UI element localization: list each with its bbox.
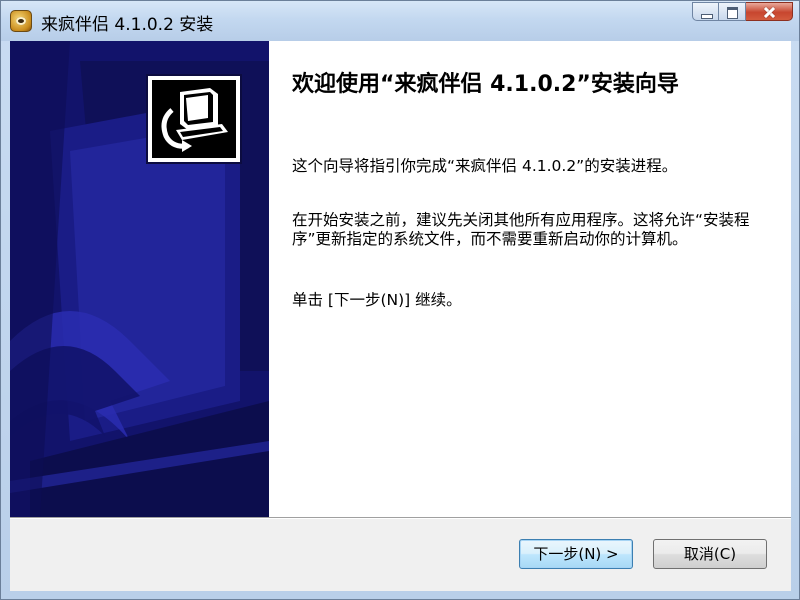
- continue-instruction: 单击 [下一步(N)] 继续。: [292, 291, 462, 309]
- maximize-button[interactable]: [719, 2, 746, 21]
- wizard-sidebar-image: [10, 41, 269, 517]
- client-area: 欢迎使用“来疯伴侣 4.1.0.2”安装向导 这个向导将指引你完成“来疯伴侣 4…: [10, 41, 791, 591]
- intro-paragraph: 这个向导将指引你完成“来疯伴侣 4.1.0.2”的安装进程。: [292, 157, 678, 175]
- cancel-button[interactable]: 取消(C): [653, 539, 767, 569]
- next-button[interactable]: 下一步(N) >: [519, 539, 633, 569]
- close-apps-paragraph: 在开始安装之前，建议先关闭其他所有应用程序。这将允许“安装程序”更新指定的系统文…: [292, 211, 750, 248]
- welcome-content: 欢迎使用“来疯伴侣 4.1.0.2”安装向导 这个向导将指引你完成“来疯伴侣 4…: [269, 41, 791, 517]
- window-title: 来疯伴侣 4.1.0.2 安装: [41, 15, 214, 35]
- installer-logo-icon: [146, 74, 242, 164]
- app-icon[interactable]: [10, 10, 32, 32]
- button-bar: 下一步(N) > 取消(C): [10, 519, 791, 591]
- caption-buttons: [692, 2, 793, 22]
- welcome-heading: 欢迎使用“来疯伴侣 4.1.0.2”安装向导: [292, 72, 679, 97]
- minimize-button[interactable]: [692, 2, 719, 21]
- title-bar[interactable]: 来疯伴侣 4.1.0.2 安装: [1, 1, 799, 41]
- close-button[interactable]: [746, 2, 793, 21]
- installer-window: 来疯伴侣 4.1.0.2 安装 欢迎使用“来疯伴侣 4.1.0.2”安装向导 这…: [0, 0, 800, 600]
